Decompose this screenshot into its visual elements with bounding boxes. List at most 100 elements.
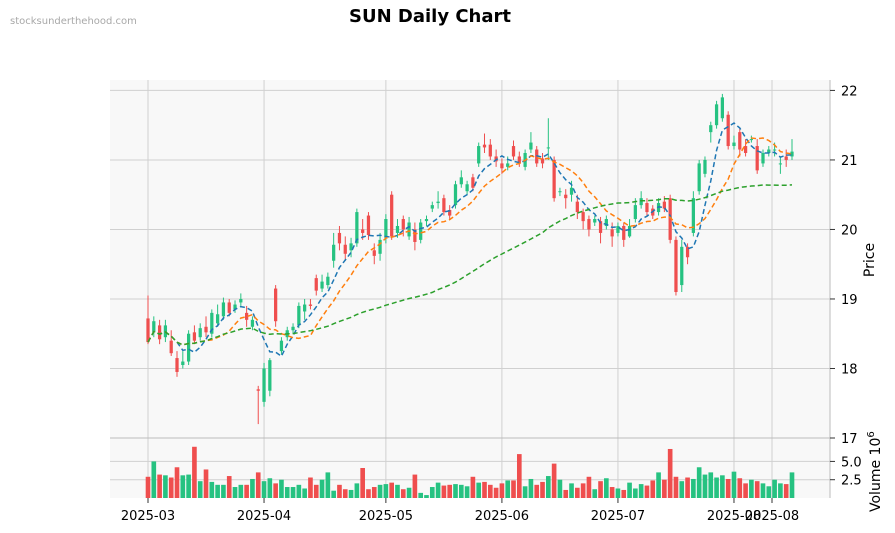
candle-body — [471, 177, 475, 188]
volume-axis: 2.55.0 — [830, 455, 862, 489]
candle-body — [204, 326, 208, 333]
candle-body — [738, 132, 742, 150]
candle-body — [778, 163, 783, 165]
volume-bar — [377, 484, 383, 498]
price-tick-label: 21 — [841, 154, 858, 169]
candle-body — [639, 198, 643, 206]
candle-body — [459, 177, 463, 185]
volume-bar — [511, 480, 516, 498]
volume-bar — [232, 487, 238, 498]
candle-body — [186, 333, 191, 362]
candle-body — [152, 321, 156, 333]
volume-bar — [598, 481, 603, 498]
volume-bar — [163, 475, 168, 498]
candle-body — [221, 302, 226, 317]
candle-body — [784, 156, 788, 160]
candle-body — [674, 239, 678, 293]
volume-bar — [766, 486, 772, 498]
volume-bar — [569, 483, 574, 498]
candle-body — [361, 229, 365, 233]
volume-bar — [441, 485, 447, 498]
volume-bar — [464, 486, 470, 498]
price-axis-label: Price — [862, 243, 878, 277]
candle-body — [697, 163, 701, 192]
volume-bar — [673, 476, 679, 498]
volume-bar — [604, 478, 609, 498]
volume-bar — [627, 482, 632, 498]
volume-bar — [743, 483, 748, 498]
candle-body — [424, 219, 429, 222]
volume-bar — [400, 489, 406, 498]
volume-bar — [772, 479, 777, 498]
volume-bar — [319, 479, 325, 498]
volume-bar — [563, 489, 569, 498]
candle-body — [314, 278, 318, 291]
volume-bar — [244, 484, 249, 498]
price-tick-label: 18 — [841, 362, 858, 377]
candle-body — [772, 149, 777, 151]
volume-bar — [458, 484, 464, 498]
candle-body — [430, 205, 434, 209]
volume-bar — [186, 474, 191, 498]
volume-bar — [749, 479, 754, 498]
volume-bar — [366, 489, 371, 498]
candle-body — [250, 319, 255, 327]
volume-bar — [429, 487, 435, 498]
candle-body — [279, 340, 284, 352]
volume-bar — [221, 484, 226, 498]
candle-body — [372, 250, 376, 256]
candle-body — [378, 239, 382, 254]
volume-bar — [250, 478, 255, 498]
candle-body — [645, 203, 649, 213]
volume-exponent-base: 10 — [868, 438, 884, 456]
volume-bar — [308, 477, 313, 498]
volume-bar — [238, 484, 244, 498]
candle-body — [268, 360, 272, 391]
candle-body — [714, 104, 719, 126]
volume-bar — [609, 487, 615, 498]
volume-bar — [482, 481, 487, 498]
candle-body — [749, 139, 754, 141]
volume-bar — [534, 484, 540, 498]
candle-body — [390, 194, 394, 237]
candle-body — [529, 142, 533, 150]
candle-body — [366, 215, 371, 236]
volume-bar — [546, 476, 551, 498]
volume-bar — [203, 469, 209, 498]
volume-bar — [261, 481, 267, 498]
volume-bar — [696, 467, 702, 498]
candle-body — [239, 298, 243, 303]
volume-bar — [615, 488, 621, 498]
volume-bar — [667, 448, 673, 498]
date-tick-label: 2025-03 — [121, 509, 175, 524]
candle-body — [262, 368, 266, 402]
date-tick-label: 2025-06 — [475, 509, 529, 524]
volume-bar — [493, 487, 499, 498]
volume-bar — [331, 490, 336, 498]
candle-body — [703, 159, 707, 174]
volume-bar — [157, 474, 162, 498]
volume-bar — [691, 478, 696, 498]
candle-body — [482, 144, 487, 148]
volume-bar — [644, 485, 650, 498]
volume-bar — [633, 488, 638, 498]
candle-body — [709, 125, 713, 133]
candle-body — [726, 114, 730, 147]
candle-body — [593, 219, 597, 223]
price-tick-label: 17 — [841, 432, 858, 447]
candle-body — [343, 244, 347, 254]
volume-bar — [516, 454, 522, 498]
candle-body — [326, 276, 330, 286]
volume-bar — [313, 484, 319, 498]
candle-body — [575, 201, 579, 213]
candle-body — [465, 184, 469, 192]
candle-body — [297, 305, 301, 326]
date-tick-label: 2025-08 — [745, 509, 799, 524]
volume-bar — [760, 483, 766, 498]
volume-bar — [487, 484, 493, 498]
candle-body — [511, 146, 516, 157]
volume-bar — [383, 484, 389, 498]
candle-body — [291, 326, 295, 331]
candle-body — [320, 281, 324, 289]
volume-tick-label: 5.0 — [841, 455, 862, 470]
